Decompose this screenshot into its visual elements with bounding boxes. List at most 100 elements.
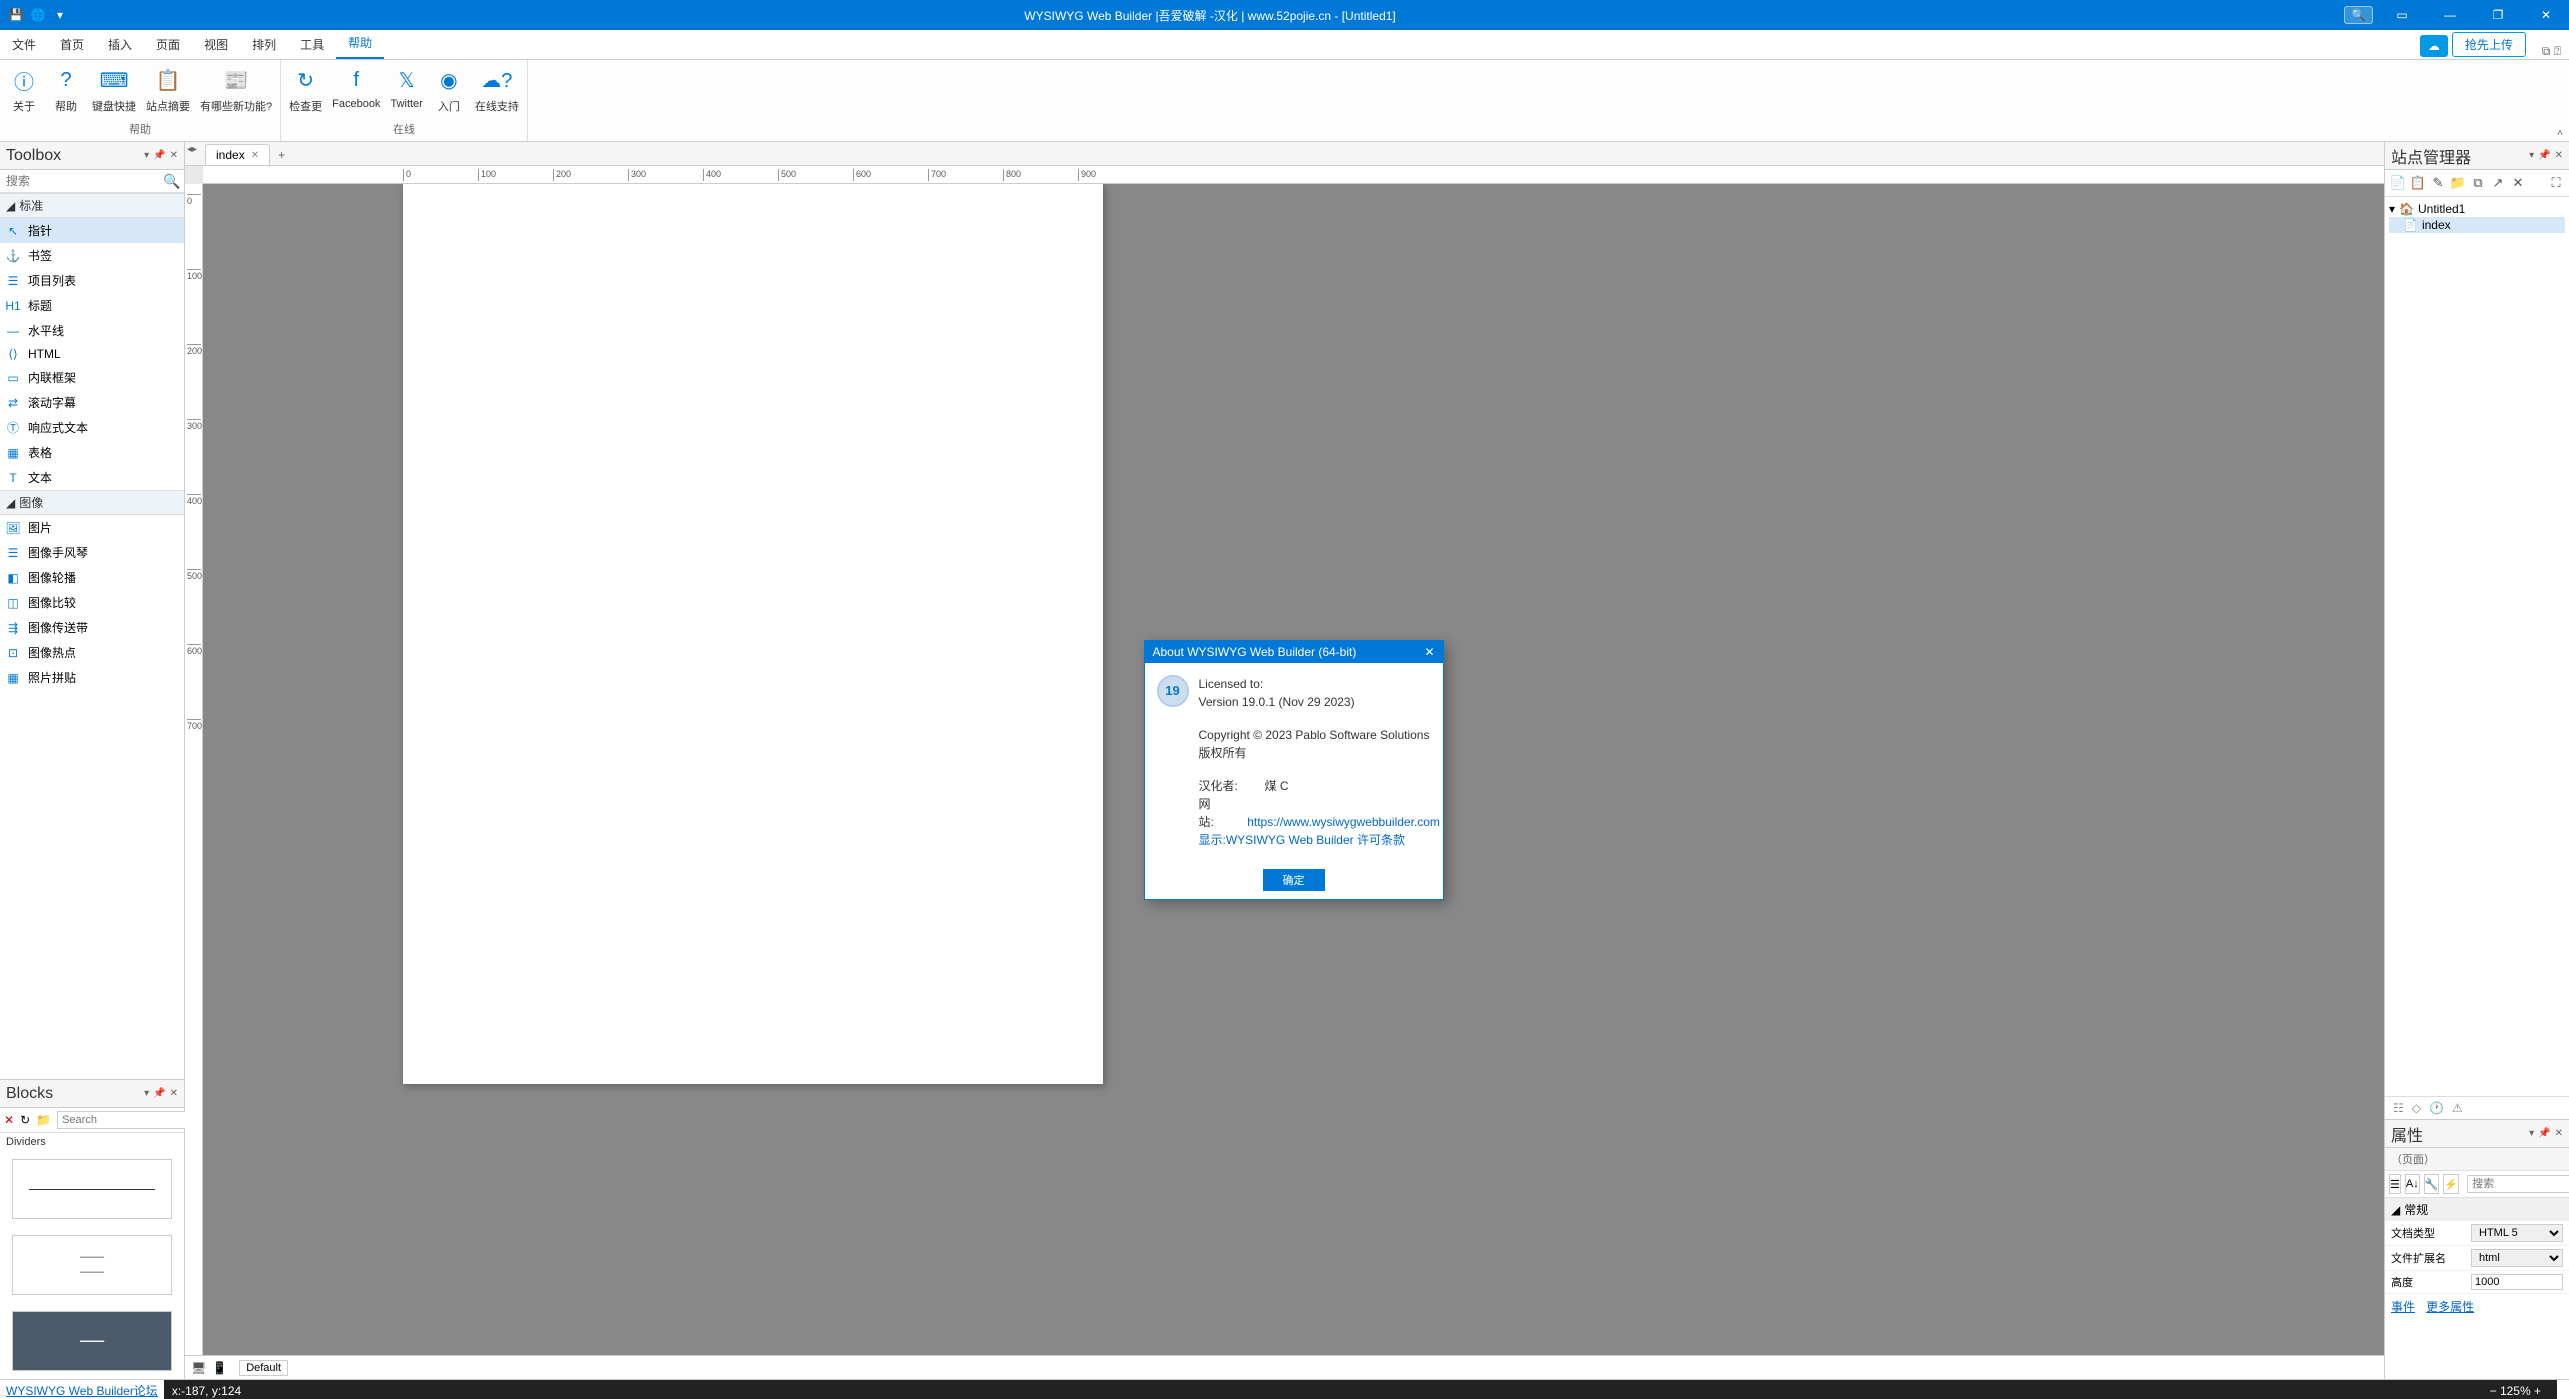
toolbox-dropdown-icon[interactable]: ▾ (144, 150, 149, 161)
props-lightning-icon[interactable]: ⚡ (2443, 1174, 2459, 1194)
ribbon-mode-icon[interactable]: ▭ (2379, 0, 2425, 30)
toolbox-item-accordion[interactable]: ☰图像手风琴 (0, 540, 184, 565)
toolbox-item-hotspot[interactable]: ⊡图像热点 (0, 640, 184, 665)
toolbox-search-input[interactable] (4, 172, 163, 190)
view-mobile-icon[interactable]: 📱 (212, 1361, 227, 1375)
ribbon-help[interactable]: ?帮助 (46, 62, 86, 116)
toolbox-item-image[interactable]: 🖼图片 (0, 515, 184, 540)
menu-tools[interactable]: 工具 (288, 30, 336, 59)
sm-dropdown-icon[interactable]: ▾ (2529, 150, 2534, 161)
sm-folder-icon[interactable]: 📁 (2449, 174, 2467, 192)
prop-ext-select[interactable]: html (2471, 1249, 2563, 1267)
toolbox-item-marquee[interactable]: ⇄滚动字幕 (0, 390, 184, 415)
toolbox-item-carousel[interactable]: ◧图像轮播 (0, 565, 184, 590)
tag-icon[interactable]: ◇ (2412, 1101, 2421, 1115)
menu-arrange[interactable]: 排列 (240, 30, 288, 59)
props-search-input[interactable] (2467, 1175, 2569, 1193)
menu-page[interactable]: 页面 (144, 30, 192, 59)
props-more-link[interactable]: 更多属性 (2426, 1300, 2474, 1314)
sitemap-icon[interactable]: ☷ (2393, 1101, 2404, 1115)
tab-close-icon[interactable]: ✕ (251, 150, 259, 161)
toolbox-item-text[interactable]: T文本 (0, 465, 184, 490)
canvas[interactable]: About WYSIWYG Web Builder (64-bit) ✕ 19 … (203, 184, 2384, 1355)
block-preview-1[interactable] (12, 1159, 172, 1219)
props-wrench-icon[interactable]: 🔧 (2424, 1174, 2440, 1194)
titlebar-search[interactable]: 🔍 (2344, 6, 2373, 24)
upload-button[interactable]: 抢先上传 (2452, 32, 2526, 57)
blocks-close-icon[interactable]: ✕ (170, 1088, 178, 1099)
dialog-ok-button[interactable]: 确定 (1263, 869, 1325, 891)
cloud-button[interactable]: ☁ (2420, 35, 2448, 57)
menu-home[interactable]: 首页 (48, 30, 96, 59)
props-close-icon[interactable]: ✕ (2555, 1128, 2563, 1139)
props-pin-icon[interactable]: 📌 (2538, 1128, 2550, 1139)
props-events-link[interactable]: 事件 (2391, 1300, 2415, 1314)
toolbox-item-bulletlist[interactable]: ☰项目列表 (0, 268, 184, 293)
close-button[interactable]: ✕ (2523, 0, 2569, 30)
toolbox-cat-images[interactable]: ◢图像 (0, 490, 184, 515)
zoom-in-icon[interactable]: + (2534, 1384, 2541, 1398)
toolbox-item-hr[interactable]: —水平线 (0, 318, 184, 343)
toolbox-item-responsive[interactable]: Ⓣ响应式文本 (0, 415, 184, 440)
blocks-folder-icon[interactable]: 📁 (36, 1113, 51, 1127)
sm-copy-icon[interactable]: 📋 (2409, 174, 2427, 192)
toolbox-item-html[interactable]: ⟨⟩HTML (0, 343, 184, 365)
prop-height-input[interactable] (2471, 1274, 2563, 1290)
toolbox-item-heading[interactable]: H1标题 (0, 293, 184, 318)
toolbox-item-pointer[interactable]: ↖指针 (0, 218, 184, 243)
ribbon-shortcuts[interactable]: ⌨键盘快捷 (88, 62, 140, 116)
toolbox-item-bookmark[interactable]: ⚓书签 (0, 243, 184, 268)
clock-icon[interactable]: 🕐 (2429, 1101, 2444, 1115)
website-link[interactable]: https://www.wysiwygwebbuilder.com (1247, 815, 1440, 829)
props-alpha-icon[interactable]: A↓ (2405, 1174, 2420, 1194)
ribbon-facebook[interactable]: fFacebook (328, 62, 384, 116)
menu-file[interactable]: 文件 (0, 30, 48, 59)
blocks-refresh-icon[interactable]: ↻ (20, 1113, 30, 1127)
dialog-close-icon[interactable]: ✕ (1424, 645, 1434, 659)
block-preview-3[interactable]: ━━━━━ (12, 1311, 172, 1371)
ribbon-options-icon[interactable]: ⧉ ⍰ (2534, 44, 2569, 59)
menu-insert[interactable]: 插入 (96, 30, 144, 59)
ribbon-collapse-icon[interactable]: ˄ (2557, 128, 2563, 139)
toolbox-item-compare[interactable]: ◫图像比较 (0, 590, 184, 615)
sm-delete-icon[interactable]: ✕ (2509, 174, 2527, 192)
toolbox-cat-standard[interactable]: ◢标准 (0, 193, 184, 218)
globe-icon[interactable]: 🌐 (30, 7, 46, 23)
ribbon-summary[interactable]: 📋站点摘要 (142, 62, 194, 116)
save-icon[interactable]: 💾 (8, 7, 24, 23)
prop-doctype-select[interactable]: HTML 5 (2471, 1224, 2563, 1242)
ribbon-twitter[interactable]: 𝕏Twitter (386, 62, 426, 116)
sm-close-icon[interactable]: ✕ (2555, 150, 2563, 161)
tab-add[interactable]: + (270, 145, 293, 165)
blocks-pin-icon[interactable]: 📌 (153, 1088, 165, 1099)
page-workspace[interactable] (403, 184, 1103, 1084)
props-categorized-icon[interactable]: ☰ (2389, 1174, 2401, 1194)
ribbon-about[interactable]: ⓘ关于 (4, 62, 44, 116)
ribbon-whatsnew[interactable]: 📰有哪些新功能? (196, 62, 276, 116)
ribbon-checkupdate[interactable]: ↻检查更 (285, 62, 326, 116)
toolbox-item-iframe[interactable]: ▭内联框架 (0, 365, 184, 390)
warning-icon[interactable]: ⚠ (2452, 1101, 2463, 1115)
toolbox-pin-icon[interactable]: 📌 (153, 150, 165, 161)
maximize-button[interactable]: ❐ (2475, 0, 2521, 30)
minimize-button[interactable]: — (2427, 0, 2473, 30)
license-link[interactable]: 显示:WYSIWYG Web Builder 许可条款 (1199, 833, 1405, 847)
breakpoint-default[interactable]: Default (239, 1360, 288, 1376)
props-dropdown-icon[interactable]: ▾ (2529, 1128, 2534, 1139)
ribbon-getting[interactable]: ◉入门 (429, 62, 469, 116)
toolbox-item-collage[interactable]: ▦照片拼贴 (0, 665, 184, 690)
sm-clone-icon[interactable]: ⧉ (2469, 174, 2487, 192)
qat-dropdown-icon[interactable]: ▾ (52, 7, 68, 23)
block-preview-2[interactable]: ━━━━━━━━━━ (12, 1235, 172, 1295)
toolbox-item-table[interactable]: ▦表格 (0, 440, 184, 465)
forum-link[interactable]: WYSIWYG Web Builder论坛 (6, 1382, 158, 1399)
tab-index[interactable]: index✕ (205, 144, 270, 165)
sm-external-icon[interactable]: ↗ (2489, 174, 2507, 192)
tab-nav-icon[interactable]: ◂▸ (187, 144, 197, 155)
ribbon-support[interactable]: ☁?在线支持 (471, 62, 523, 116)
tree-root[interactable]: ▾🏠Untitled1 (2389, 201, 2565, 217)
tree-page-index[interactable]: 📄index (2389, 217, 2565, 233)
search-icon[interactable]: 🔍 (163, 173, 180, 190)
menu-view[interactable]: 视图 (192, 30, 240, 59)
props-cat-general[interactable]: ◢常规 (2385, 1198, 2569, 1221)
